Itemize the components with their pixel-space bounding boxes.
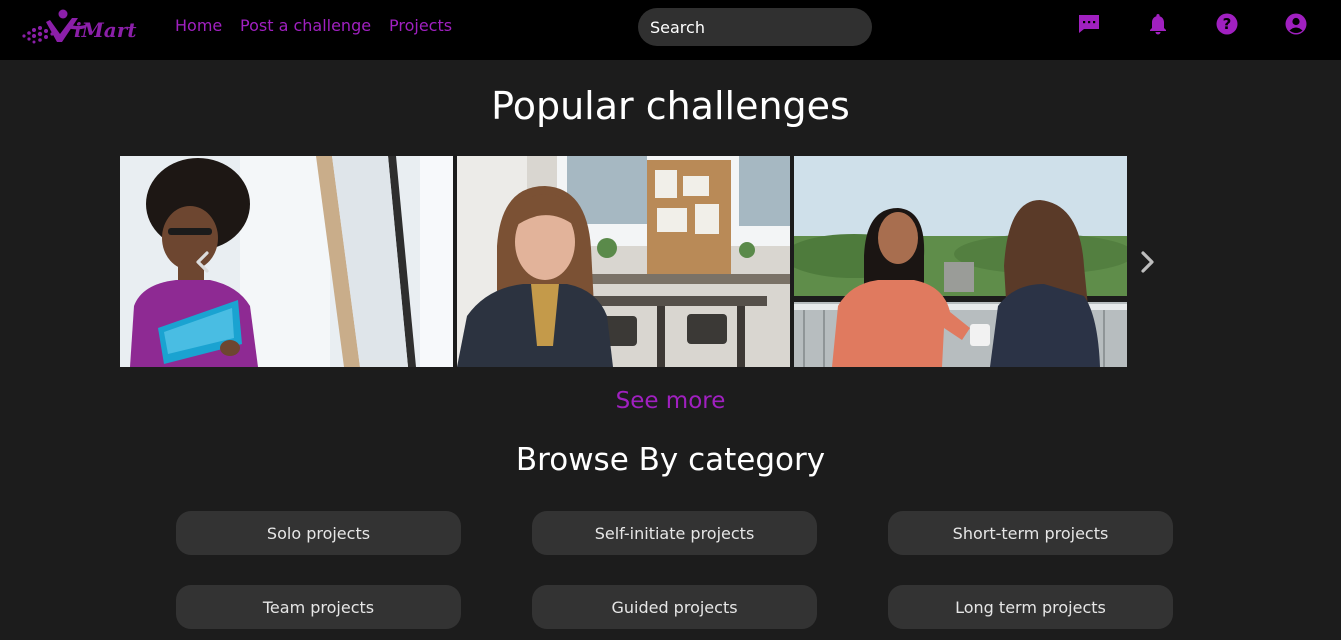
- challenge-image-3[interactable]: [794, 156, 1127, 367]
- search-input[interactable]: [638, 8, 872, 46]
- see-more-link[interactable]: See more: [0, 388, 1341, 414]
- bell-icon[interactable]: [1146, 12, 1170, 36]
- category-team-projects-button[interactable]: Team projects: [176, 585, 461, 629]
- message-icon[interactable]: [1077, 12, 1101, 36]
- category-self-initiate-projects-button[interactable]: Self-initiate projects: [532, 511, 817, 555]
- browse-by-category-heading: Browse By category: [515, 442, 826, 478]
- challenge-image-1[interactable]: [120, 156, 453, 367]
- nav-post-challenge-link[interactable]: Post a challenge: [240, 16, 371, 35]
- top-navigation-bar: iMart Home Post a challenge Projects ?: [0, 0, 1341, 60]
- popular-challenges-carousel: [120, 156, 1154, 368]
- help-icon[interactable]: ?: [1215, 12, 1239, 36]
- category-guided-projects-button[interactable]: Guided projects: [532, 585, 817, 629]
- category-long-term-projects-button[interactable]: Long term projects: [888, 585, 1173, 629]
- nav-home-link[interactable]: Home: [175, 16, 222, 35]
- popular-challenges-heading: Popular challenges: [491, 84, 850, 128]
- category-short-term-projects-button[interactable]: Short-term projects: [888, 511, 1173, 555]
- carousel-next-arrow-icon[interactable]: [1136, 250, 1158, 274]
- challenge-image-2[interactable]: [457, 156, 790, 367]
- logo-text: iMart: [74, 18, 137, 42]
- account-icon[interactable]: [1284, 12, 1308, 36]
- carousel-prev-arrow-icon[interactable]: [192, 250, 214, 274]
- svg-text:?: ?: [1223, 15, 1232, 33]
- nav-projects-link[interactable]: Projects: [389, 16, 452, 35]
- category-solo-projects-button[interactable]: Solo projects: [176, 511, 461, 555]
